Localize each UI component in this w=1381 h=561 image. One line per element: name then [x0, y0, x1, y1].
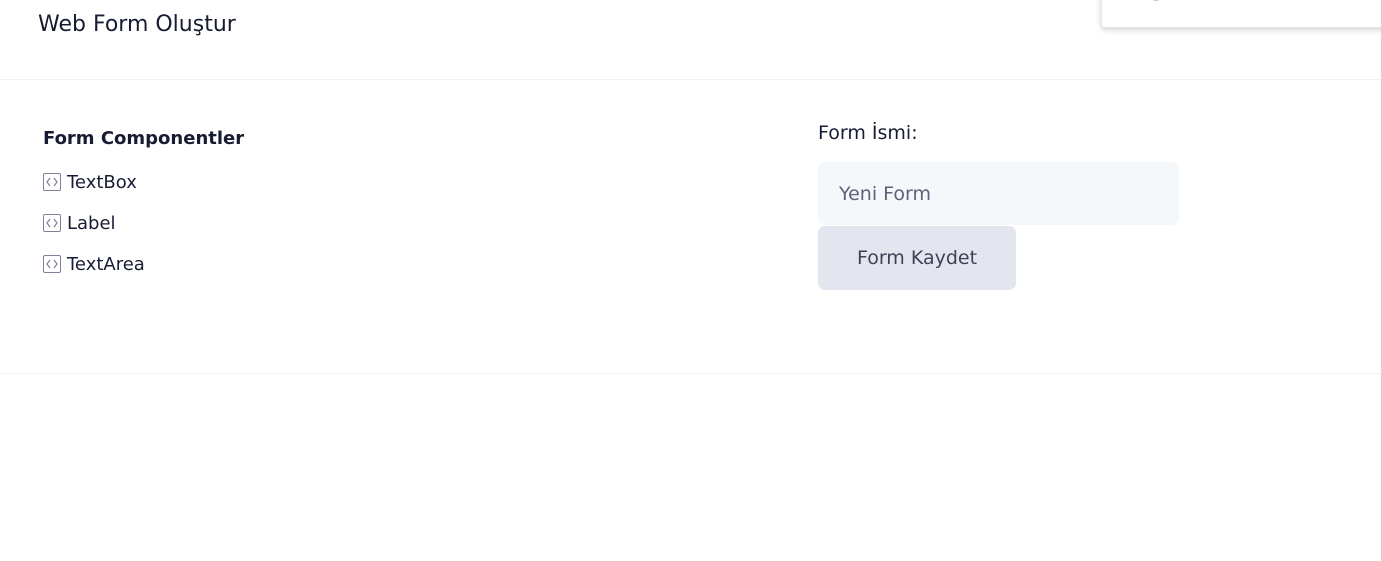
code-icon	[43, 214, 61, 232]
dropdown-menu[interactable]	[1101, 0, 1381, 28]
components-title: Form Componentler	[43, 128, 245, 149]
component-item-label[interactable]: Label	[43, 212, 116, 234]
form-save-button[interactable]: Form Kaydet	[818, 226, 1016, 290]
page-title: Web Form Oluştur	[38, 12, 236, 37]
dropdown-item-partial[interactable]	[1152, 0, 1160, 1]
component-item-label: TextArea	[67, 253, 145, 275]
component-item-label: TextBox	[67, 171, 137, 193]
page-header: Web Form Oluştur	[0, 0, 1381, 80]
code-icon	[43, 173, 61, 191]
component-item-textbox[interactable]: TextBox	[43, 171, 137, 193]
form-name-label: Form İsmi:	[818, 122, 918, 144]
form-builder-panel: Form Componentler TextBox Label TextArea…	[0, 80, 1381, 374]
form-name-input[interactable]	[818, 162, 1179, 225]
component-item-textarea[interactable]: TextArea	[43, 253, 145, 275]
component-item-label: Label	[67, 212, 116, 234]
code-icon	[43, 255, 61, 273]
